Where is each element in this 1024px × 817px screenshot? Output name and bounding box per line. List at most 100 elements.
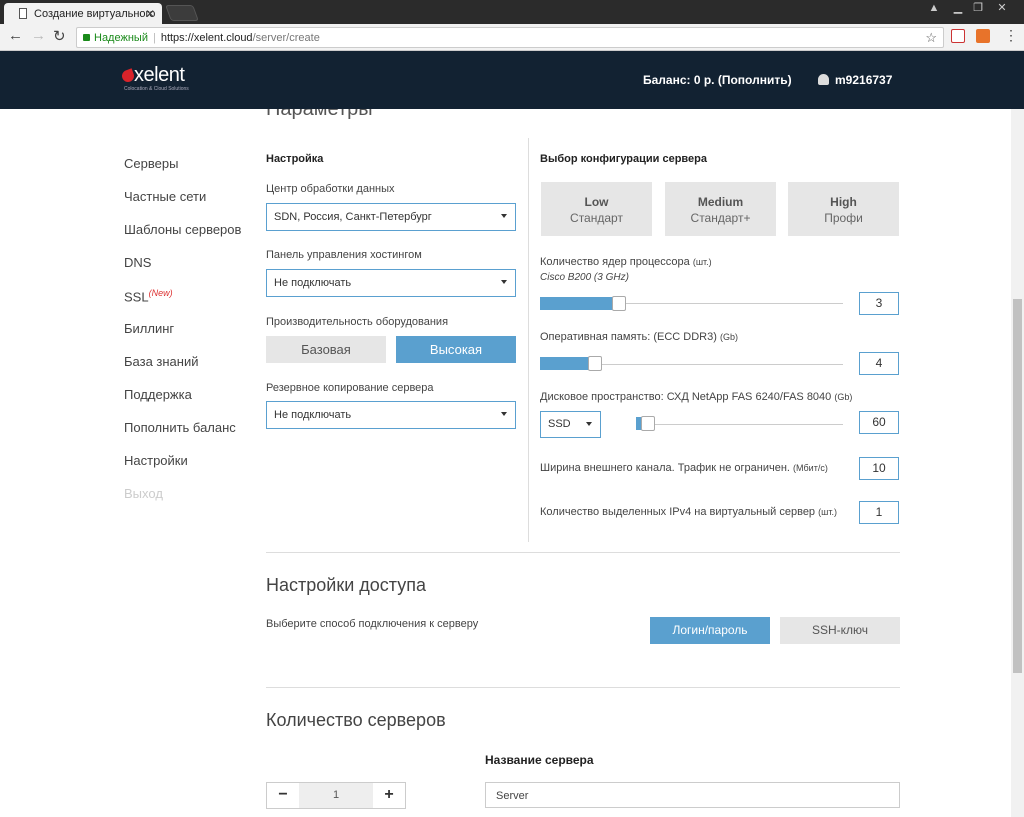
user-icon [818,74,829,85]
column-divider [528,138,529,542]
datacenter-select[interactable]: SDN, Россия, Санкт-Петербург [266,203,516,231]
address-bar[interactable]: Надежный | https://xelent.cloud/server/cre… [76,27,944,48]
sidebar-item-templates[interactable]: Шаблоны серверов [124,222,241,237]
section-divider [266,552,900,553]
tier-medium-button[interactable]: Medium Стандарт+ [665,182,776,236]
username: m9216737 [835,73,893,87]
scrollbar-thumb[interactable] [1013,299,1022,673]
page-icon [19,8,27,19]
settings-heading: Настройка [266,153,324,165]
hosting-panel-select[interactable]: Не подключать [266,269,516,297]
datacenter-label: Центр обработки данных [266,183,395,195]
hosting-panel-value: Не подключать [274,277,352,289]
hosting-panel-label: Панель управления хостингом [266,249,422,261]
sidebar-item-label: SSL [124,289,149,305]
sidebar-item-ssl[interactable]: SSL(New) [124,288,173,304]
cpu-model: Cisco B200 (3 GHz) [540,272,629,283]
cpu-unit: (шт.) [692,257,712,267]
ram-value[interactable]: 4 [859,352,899,375]
backup-select[interactable]: Не подключать [266,401,516,429]
browser-window: Создание виртуального ✕ ▲ ▁ ❐ ✕ ← → ↻ На… [0,0,1024,817]
tab-title: Создание виртуального [34,8,156,20]
tier-high-button[interactable]: High Профи [788,182,899,236]
close-window-icon[interactable]: ✕ [990,0,1014,18]
increment-button[interactable]: + [373,783,405,808]
chevron-down-icon [501,280,507,284]
quantity-value[interactable]: 1 [299,783,373,808]
bandwidth-unit: (Мбит/с) [793,463,828,473]
menu-icon[interactable]: ⋮ [1004,27,1018,44]
toolbar: ← → ↻ Надежный | https://xelent.cloud/serv… [0,24,1024,51]
secure-label: Надежный [94,32,148,44]
performance-label: Производительность оборудования [266,316,449,328]
pdf-extension-icon[interactable] [951,29,965,43]
new-tab-button[interactable] [165,5,199,21]
sidebar-item-settings[interactable]: Настройки [124,453,188,468]
disk-slider-handle[interactable] [641,416,655,431]
logo-name: xelent [134,64,185,86]
disk-unit: (Gb) [834,392,853,402]
section-title-partial: Параметры [266,109,373,120]
cpu-value[interactable]: 3 [859,292,899,315]
ssh-key-button[interactable]: SSH-ключ [780,617,900,644]
tier-sub: Стандарт+ [690,211,751,225]
tier-name: Low [584,195,609,209]
login-password-button[interactable]: Логин/пароль [650,617,770,644]
sidebar-item-servers[interactable]: Серверы [124,156,178,171]
config-heading: Выбор конфигурации сервера [540,153,707,165]
tier-name: Medium [697,195,744,209]
ram-unit: (Gb) [719,332,738,342]
performance-high-button[interactable]: Высокая [396,336,516,363]
server-name-field[interactable]: Server [485,782,900,808]
cpu-label: Количество ядер процессора (шт.) [540,256,712,268]
disk-type-value: SSD [548,418,571,430]
sidebar-item-top-up[interactable]: Пополнить баланс [124,420,236,435]
restore-icon[interactable]: ❐ [966,0,990,18]
sidebar-item-private-networks[interactable]: Частные сети [124,189,206,204]
reload-icon[interactable]: ↻ [53,27,66,45]
tab-strip: Создание виртуального ✕ ▲ ▁ ❐ ✕ [0,0,1024,24]
close-tab-icon[interactable]: ✕ [145,7,155,21]
decrement-button[interactable]: − [267,783,299,808]
performance-basic-button[interactable]: Базовая [266,336,386,363]
disk-slider-track[interactable] [636,424,843,425]
servers-heading: Количество серверов [266,710,446,730]
balance-link[interactable]: Баланс: 0 р. (Пополнить) [643,73,792,87]
disk-label: Дисковое пространство: СХД NetApp FAS 62… [540,391,853,403]
backup-label: Резервное копирование сервера [266,382,434,394]
bandwidth-value[interactable]: 10 [859,457,899,480]
ipv4-label: Количество выделенных IPv4 на виртуальны… [540,506,837,518]
url-host: https://xelent.cloud [160,32,253,44]
datacenter-value: SDN, Россия, Санкт-Петербург [274,211,432,223]
ipv4-value[interactable]: 1 [859,501,899,524]
extension-icon[interactable] [976,29,990,43]
new-badge: (New) [148,288,173,298]
tier-sub: Профи [824,211,863,225]
server-name-label: Название сервера [485,753,594,767]
browser-tab[interactable]: Создание виртуального ✕ [4,3,162,24]
sidebar-item-dns[interactable]: DNS [124,255,151,270]
back-icon[interactable]: ← [8,27,23,44]
disk-type-select[interactable]: SSD [540,411,601,438]
forward-icon[interactable]: → [31,27,46,44]
ram-slider-handle[interactable] [588,356,602,371]
bookmark-star-icon[interactable]: ☆ [925,30,937,46]
section-divider [266,687,900,688]
ram-slider-fill [540,357,595,370]
sidebar-item-logout[interactable]: Выход [124,486,163,501]
user-menu[interactable]: m9216737 [818,73,892,87]
cpu-slider-handle[interactable] [612,296,626,311]
cpu-slider-fill [540,297,619,310]
bandwidth-label: Ширина внешнего канала. Трафик не ограни… [540,462,828,474]
sidebar-item-support[interactable]: Поддержка [124,387,192,402]
tier-name: High [830,195,857,209]
ram-label: Оперативная память: (ECC DDR3) (Gb) [540,331,738,343]
tier-low-button[interactable]: Low Стандарт [541,182,652,236]
sidebar-item-billing[interactable]: Биллинг [124,321,174,336]
ipv4-unit: (шт.) [818,507,837,517]
disk-value[interactable]: 60 [859,411,899,434]
tier-sub: Стандарт [570,211,623,225]
chevron-down-icon [501,412,507,416]
sidebar-item-knowledge-base[interactable]: База знаний [124,354,199,369]
profile-icon[interactable]: ▲ [922,0,946,18]
